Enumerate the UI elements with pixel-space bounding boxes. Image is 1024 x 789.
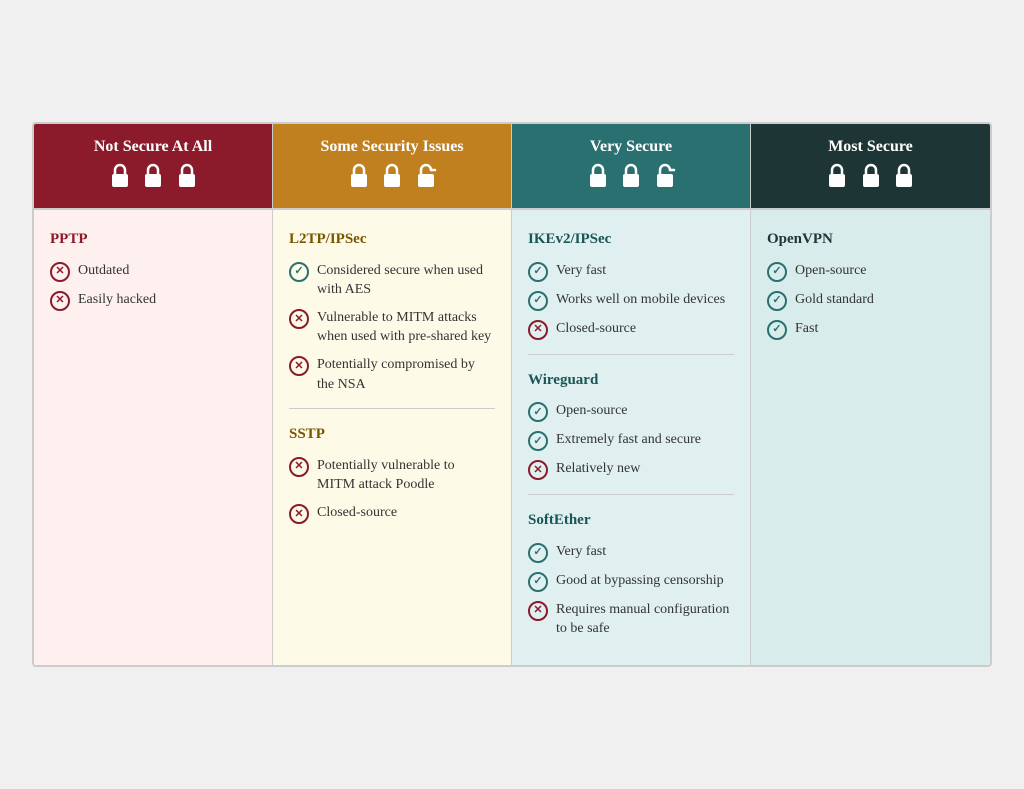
l2tp-feature-2: ✕ Vulnerable to MITM attacks when used w… [289, 308, 495, 347]
sstp-cross-icon-2: ✕ [289, 504, 309, 524]
softether-cross-icon-3: ✕ [528, 601, 548, 621]
softether-section: SoftEther ✓ Very fast ✓ Good at bypassin… [528, 494, 734, 639]
sstp-feature-1: ✕ Potentially vulnerable to MITM attack … [289, 456, 495, 495]
wireguard-section: Wireguard ✓ Open-source ✓ Extremely fast… [528, 354, 734, 481]
sstp-feature-text-2: Closed-source [317, 503, 397, 523]
col-not-secure-body: PPTP ✕ Outdated ✕ Easily hacked [34, 210, 273, 665]
wireguard-cross-icon-3: ✕ [528, 460, 548, 480]
col-very-secure-body: IKEv2/IPSec ✓ Very fast ✓ Works well on … [512, 210, 751, 665]
ikev2-feature-3: ✕ Closed-source [528, 319, 734, 340]
openvpn-check-icon-1: ✓ [767, 262, 787, 282]
softether-feature-text-3: Requires manual configuration to be safe [556, 600, 734, 639]
wireguard-feature-text-3: Relatively new [556, 459, 640, 479]
l2tp-feature-1: ✓ Considered secure when used with AES [289, 261, 495, 300]
wireguard-feature-3: ✕ Relatively new [528, 459, 734, 480]
sstp-protocol-name: SSTP [289, 423, 495, 446]
table-body: PPTP ✕ Outdated ✕ Easily hacked L2TP/IPS… [34, 208, 990, 665]
l2tp-cross-icon-3: ✕ [289, 356, 309, 376]
header-most-secure: Most Secure [751, 124, 990, 208]
ikev2-feature-text-3: Closed-source [556, 319, 636, 339]
header-most-secure-icons [767, 162, 974, 194]
openvpn-check-icon-2: ✓ [767, 291, 787, 311]
ikev2-check-icon-2: ✓ [528, 291, 548, 311]
pptp-feature-1: ✕ Outdated [50, 261, 256, 282]
softether-protocol-name: SoftEther [528, 509, 734, 532]
openvpn-feature-1: ✓ Open-source [767, 261, 974, 282]
softether-feature-1: ✓ Very fast [528, 542, 734, 563]
sstp-cross-icon-1: ✕ [289, 457, 309, 477]
softether-check-icon-2: ✓ [528, 572, 548, 592]
header-very-secure-icons [528, 162, 734, 194]
ikev2-check-icon-1: ✓ [528, 262, 548, 282]
openvpn-check-icon-3: ✓ [767, 320, 787, 340]
ikev2-protocol-name: IKEv2/IPSec [528, 228, 734, 251]
wireguard-feature-text-2: Extremely fast and secure [556, 430, 701, 450]
pptp-cross-icon-2: ✕ [50, 291, 70, 311]
wireguard-check-icon-1: ✓ [528, 402, 548, 422]
header-very-secure: Very Secure [512, 124, 751, 208]
l2tp-feature-3: ✕ Potentially compromised by the NSA [289, 355, 495, 394]
sstp-section: SSTP ✕ Potentially vulnerable to MITM at… [289, 408, 495, 524]
wireguard-feature-1: ✓ Open-source [528, 401, 734, 422]
header-not-secure-icons [50, 162, 256, 194]
pptp-cross-icon-1: ✕ [50, 262, 70, 282]
header-some-security-label: Some Security Issues [289, 138, 495, 156]
pptp-feature-text-1: Outdated [78, 261, 129, 281]
header-very-secure-label: Very Secure [528, 138, 734, 156]
wireguard-protocol-name: Wireguard [528, 369, 734, 392]
ikev2-feature-1: ✓ Very fast [528, 261, 734, 282]
openvpn-feature-3: ✓ Fast [767, 319, 974, 340]
l2tp-feature-text-2: Vulnerable to MITM attacks when used wit… [317, 308, 495, 347]
sstp-feature-text-1: Potentially vulnerable to MITM attack Po… [317, 456, 495, 495]
ikev2-cross-icon-3: ✕ [528, 320, 548, 340]
openvpn-feature-2: ✓ Gold standard [767, 290, 974, 311]
softether-feature-text-2: Good at bypassing censorship [556, 571, 724, 591]
header-not-secure: Not Secure At All [34, 124, 273, 208]
l2tp-check-icon-1: ✓ [289, 262, 309, 282]
pptp-protocol-name: PPTP [50, 228, 256, 251]
ikev2-feature-2: ✓ Works well on mobile devices [528, 290, 734, 311]
security-comparison-table: Not Secure At All Some Security Issu [32, 122, 992, 667]
wireguard-check-icon-2: ✓ [528, 431, 548, 451]
softether-feature-text-1: Very fast [556, 542, 606, 562]
softether-feature-3: ✕ Requires manual configuration to be sa… [528, 600, 734, 639]
ikev2-feature-text-1: Very fast [556, 261, 606, 281]
l2tp-feature-text-3: Potentially compromised by the NSA [317, 355, 495, 394]
ikev2-feature-text-2: Works well on mobile devices [556, 290, 725, 310]
header-most-secure-label: Most Secure [767, 138, 974, 156]
pptp-feature-2: ✕ Easily hacked [50, 290, 256, 311]
pptp-feature-text-2: Easily hacked [78, 290, 156, 310]
wireguard-feature-2: ✓ Extremely fast and secure [528, 430, 734, 451]
sstp-feature-2: ✕ Closed-source [289, 503, 495, 524]
openvpn-feature-text-2: Gold standard [795, 290, 874, 310]
header-not-secure-label: Not Secure At All [50, 138, 256, 156]
l2tp-feature-text-1: Considered secure when used with AES [317, 261, 495, 300]
col-some-security-body: L2TP/IPSec ✓ Considered secure when used… [273, 210, 512, 665]
openvpn-feature-text-1: Open-source [795, 261, 867, 281]
openvpn-feature-text-3: Fast [795, 319, 818, 339]
header-some-security-icons [289, 162, 495, 194]
l2tp-cross-icon-2: ✕ [289, 309, 309, 329]
l2tp-protocol-name: L2TP/IPSec [289, 228, 495, 251]
softether-check-icon-1: ✓ [528, 543, 548, 563]
col-most-secure-body: OpenVPN ✓ Open-source ✓ Gold standard ✓ … [751, 210, 990, 665]
header-some-security: Some Security Issues [273, 124, 512, 208]
table-header: Not Secure At All Some Security Issu [34, 124, 990, 208]
openvpn-protocol-name: OpenVPN [767, 228, 974, 251]
softether-feature-2: ✓ Good at bypassing censorship [528, 571, 734, 592]
wireguard-feature-text-1: Open-source [556, 401, 628, 421]
